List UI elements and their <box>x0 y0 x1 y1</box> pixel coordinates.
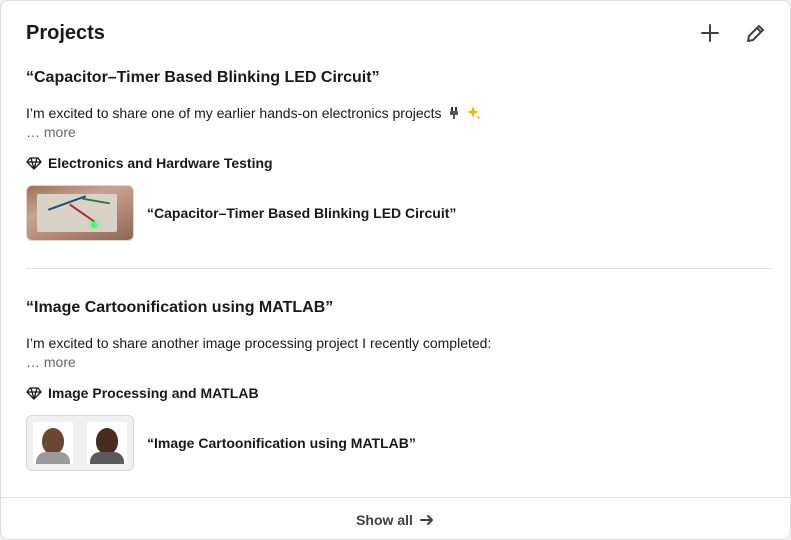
project-description: I’m excited to share one of my earlier h… <box>26 103 771 123</box>
projects-card: Projects “Capacitor–Timer Based Blinking… <box>0 0 791 540</box>
show-all-button[interactable]: Show all <box>1 498 790 539</box>
header-actions <box>694 17 772 49</box>
project-skill: Electronics and Hardware Testing <box>26 155 771 171</box>
pencil-icon <box>747 25 764 42</box>
diamond-icon <box>26 387 42 400</box>
project-media-title: “Capacitor–Timer Based Blinking LED Circ… <box>147 205 457 221</box>
project-item: “Image Cartoonification using MATLAB” I’… <box>26 297 771 471</box>
project-description: I’m excited to share another image proce… <box>26 333 771 353</box>
project-skill-label: Image Processing and MATLAB <box>48 385 259 401</box>
project-thumbnail <box>26 185 134 241</box>
section-title: Projects <box>26 22 105 44</box>
project-media-title: “Image Cartoonification using MATLAB” <box>147 435 416 451</box>
sparkles-icon <box>466 105 482 121</box>
arrow-right-icon <box>419 514 433 525</box>
project-divider <box>26 268 771 269</box>
projects-header: Projects <box>26 21 105 45</box>
project-media[interactable]: “Capacitor–Timer Based Blinking LED Circ… <box>26 185 771 241</box>
project-title: “Capacitor–Timer Based Blinking LED Circ… <box>26 69 380 86</box>
show-all-label: Show all <box>356 511 413 528</box>
edit-projects-button[interactable] <box>740 17 772 49</box>
diamond-icon <box>26 157 42 170</box>
cartoon-comparison-image <box>27 416 133 470</box>
project-media[interactable]: “Image Cartoonification using MATLAB” <box>26 415 771 471</box>
project-item: “Capacitor–Timer Based Blinking LED Circ… <box>26 67 771 241</box>
project-thumbnail <box>26 415 134 471</box>
plug-icon <box>448 106 460 120</box>
project-skill: Image Processing and MATLAB <box>26 385 771 401</box>
circuit-photo <box>27 186 133 240</box>
see-more-link[interactable]: … more <box>26 123 771 141</box>
plus-icon <box>701 24 719 42</box>
project-description-text: I’m excited to share one of my earlier h… <box>26 105 442 121</box>
project-title: “Image Cartoonification using MATLAB” <box>26 299 334 316</box>
add-project-button[interactable] <box>694 17 726 49</box>
see-more-link[interactable]: … more <box>26 353 771 371</box>
project-description-text: I’m excited to share another image proce… <box>26 335 492 351</box>
project-skill-label: Electronics and Hardware Testing <box>48 155 273 171</box>
